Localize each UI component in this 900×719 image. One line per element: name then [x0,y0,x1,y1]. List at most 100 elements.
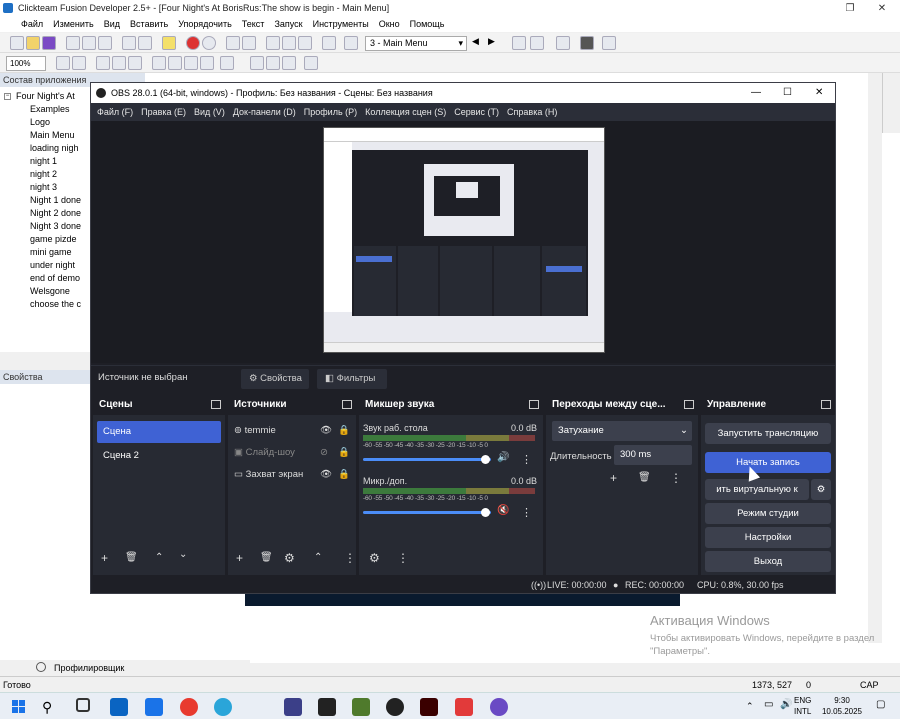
menu-edit[interactable]: Изменить [48,19,99,29]
redo-icon[interactable] [138,36,152,50]
obs-menu-help[interactable]: Справка (H) [503,107,561,117]
move-down-icon[interactable]: ⌄ [179,549,187,560]
underline-icon[interactable] [200,56,214,70]
start-stream-button[interactable]: Запустить трансляцию [705,423,831,444]
tree-item[interactable]: Night 3 done [30,221,81,231]
source-item[interactable]: ⊚ temmie 👁 🔒 [234,421,352,441]
obs-menu-profile[interactable]: Профиль (P) [300,107,361,117]
obs-menu-scene-collection[interactable]: Коллекция сцен (S) [361,107,450,117]
open-icon[interactable] [26,36,40,50]
stop-icon[interactable] [186,36,200,50]
speaker-muted-icon[interactable]: 🔇 [497,505,509,516]
virtual-camera-settings-icon[interactable]: ⚙ [811,479,831,500]
tree-horizontal-scrollbar[interactable] [0,354,90,366]
snap-toggle-icon[interactable] [112,56,126,70]
cut-icon[interactable] [66,36,80,50]
network-icon[interactable]: ▭ [764,699,773,710]
event-list-icon[interactable] [282,36,296,50]
obs-close-icon[interactable]: ✕ [815,83,823,103]
search-icon[interactable]: ⚲ [42,698,60,716]
menu-insert[interactable]: Вставить [125,19,173,29]
volume-icon[interactable]: 🔊 [780,699,792,710]
exit-button[interactable]: Выход [705,551,831,572]
source-more-icon[interactable]: ⋮ [344,551,356,565]
bold-icon[interactable] [168,56,182,70]
source-item[interactable]: ▣ Слайд-шоу ⊘ 🔒 [234,443,352,463]
storyboard-icon[interactable] [226,36,240,50]
mic-slider[interactable] [363,508,491,517]
align-right-icon[interactable] [282,56,296,70]
mixer-more-icon[interactable]: ⋮ [521,506,532,519]
italic-icon[interactable] [184,56,198,70]
start-record-button[interactable]: Начать запись [705,452,831,473]
close-icon[interactable]: ✕ [868,0,896,16]
tray-chevron-icon[interactable]: ⌃ [746,701,754,712]
source-item[interactable]: ▭ Захват экран 👁 🔒 [234,465,352,485]
save-icon[interactable] [42,36,56,50]
tree-item[interactable]: end of demo [30,273,80,283]
fusion-taskbar-icon[interactable] [284,698,302,716]
menu-view[interactable]: Вид [99,19,125,29]
mixer-more-icon[interactable]: ⋮ [521,453,532,466]
scene-item-selected[interactable]: Сцена [97,421,221,443]
color-icon[interactable] [220,56,234,70]
source-up-icon[interactable]: ⌃ [314,552,322,563]
zoom-icon[interactable] [556,36,570,50]
lock-icon[interactable]: 🔒 [338,421,350,441]
prev-frame-icon[interactable]: ◀ [472,36,486,50]
obs-menu-view[interactable]: Вид (V) [190,107,229,117]
desktop-audio-slider[interactable] [363,455,491,464]
new-icon[interactable] [10,36,24,50]
hand-icon[interactable] [56,56,70,70]
tree-item[interactable]: game pizde [30,234,77,244]
obs-taskbar-icon[interactable] [386,698,404,716]
mixer-settings-icon[interactable]: ⚙ [369,551,380,565]
grid-icon[interactable] [512,36,526,50]
animate-icon[interactable] [420,698,438,716]
lock-icon[interactable]: 🔒 [338,443,350,463]
obs-menu-file[interactable]: Файл (F) [93,107,137,117]
fit-icon[interactable] [304,56,318,70]
tree-item[interactable]: night 2 [30,169,57,179]
add-transition-icon[interactable]: + [610,471,617,485]
tree-item[interactable]: under night [30,260,75,270]
align-center-icon[interactable] [266,56,280,70]
guides-icon[interactable] [128,56,142,70]
add-scene-icon[interactable]: + [101,551,108,565]
tree-item[interactable]: Night 2 done [30,208,81,218]
obs-preview-canvas[interactable] [323,127,605,353]
source-settings-icon[interactable]: ⚙ [284,551,295,565]
eye-icon[interactable]: 👁 [320,465,332,485]
pointer-icon[interactable] [72,56,86,70]
event-editor-icon[interactable] [266,36,280,50]
source-properties-button[interactable]: ⚙ Свойства [241,369,309,389]
frame-editor-icon[interactable] [242,36,256,50]
slider-knob[interactable] [481,455,490,464]
speaker-icon[interactable]: 🔊 [497,452,509,463]
undock-icon[interactable] [821,400,831,409]
tree-item[interactable]: Main Menu [30,130,75,140]
help-icon[interactable] [162,36,176,50]
slider-knob[interactable] [481,508,490,517]
record-icon[interactable] [202,36,216,50]
tree-item[interactable]: night 1 [30,156,57,166]
run-frame-icon[interactable] [344,36,358,50]
eye-hidden-icon[interactable]: ⊘ [320,443,328,463]
transition-more-icon[interactable]: ⋮ [670,471,682,485]
profiler-tab[interactable]: Профилировщик [54,663,124,673]
tree-collapse-icon[interactable]: − [4,93,11,100]
menu-file[interactable]: Файл [16,19,48,29]
undock-icon[interactable] [211,400,221,409]
font-icon[interactable] [152,56,166,70]
app-taskbar-icon[interactable] [318,698,336,716]
tree-item[interactable]: Night 1 done [30,195,81,205]
tree-item[interactable]: Examples [30,104,70,114]
minecraft-icon[interactable] [352,698,370,716]
expression-icon[interactable] [322,36,336,50]
add-source-icon[interactable]: + [236,551,243,565]
remove-scene-icon[interactable]: 🗑 [125,552,138,563]
undock-icon[interactable] [529,400,539,409]
move-up-icon[interactable]: ⌃ [155,552,163,563]
duration-input[interactable]: 300 ms [614,445,692,465]
tree-item-root[interactable]: Four Night's At [16,91,75,101]
